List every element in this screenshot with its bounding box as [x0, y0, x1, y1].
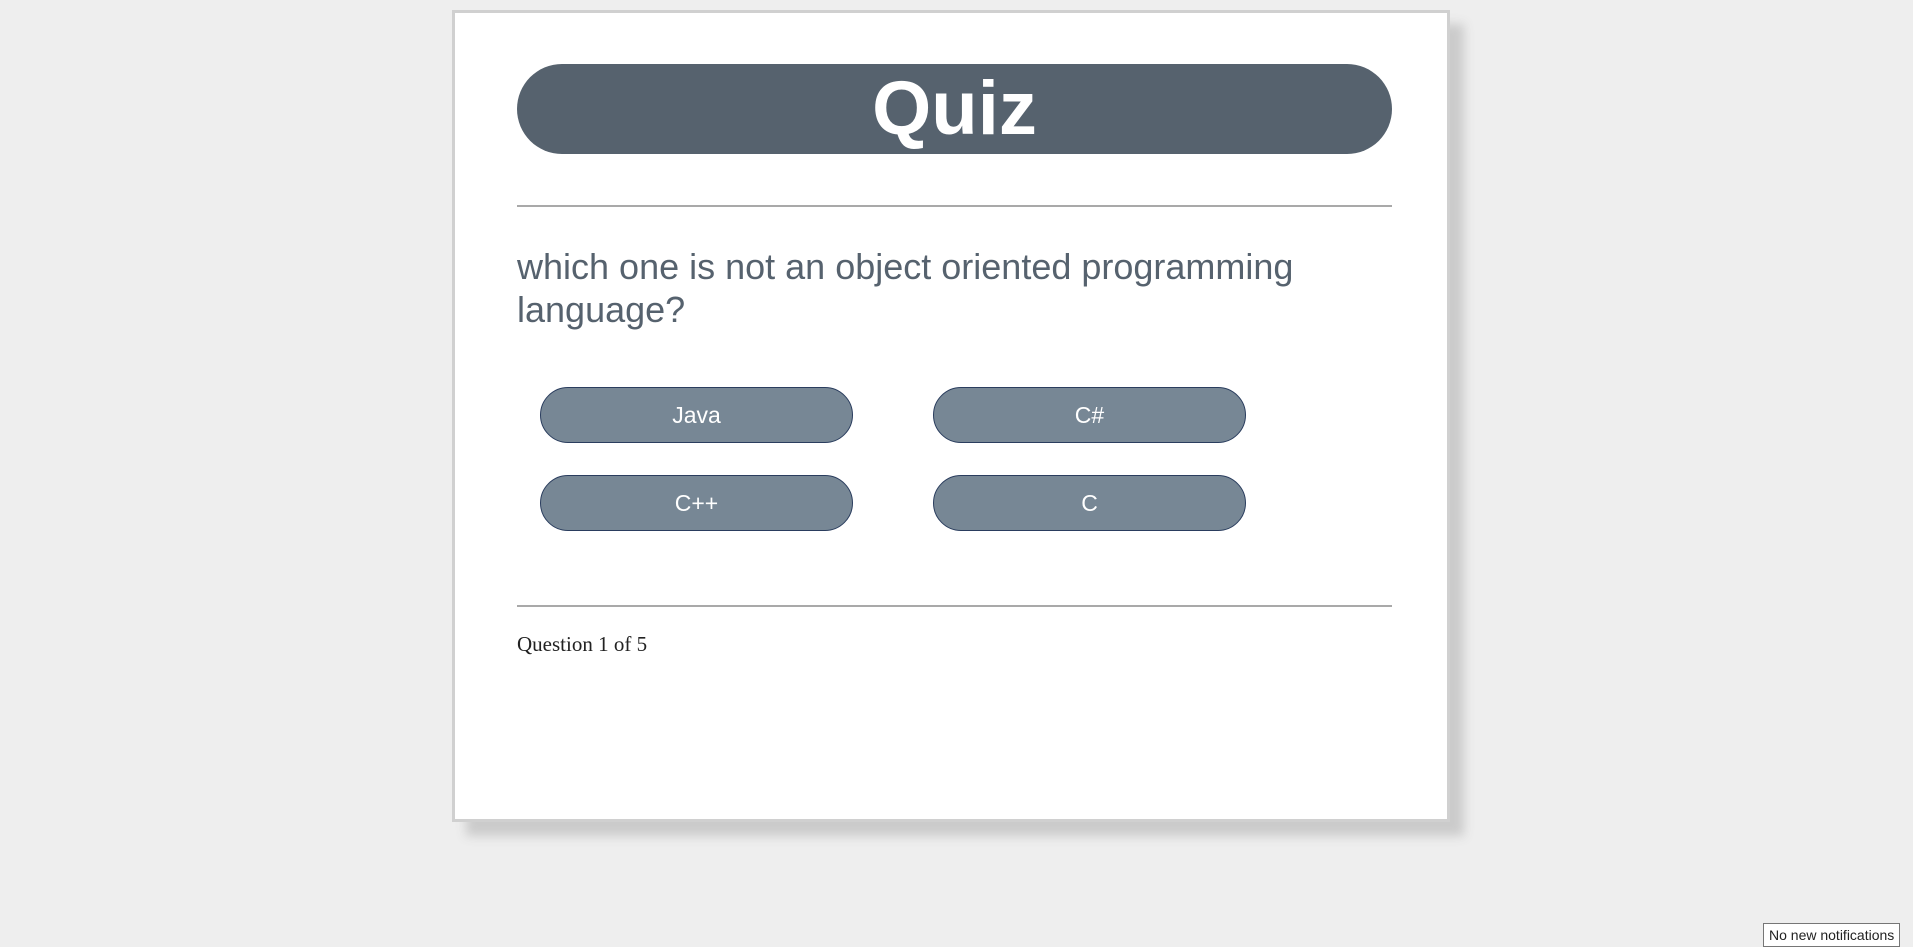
- notification-status: No new notifications: [1763, 923, 1901, 947]
- quiz-title: Quiz: [872, 66, 1037, 151]
- quiz-header: Quiz: [517, 64, 1392, 154]
- choice-button-java[interactable]: Java: [540, 387, 853, 443]
- question-text: which one is not an object oriented prog…: [517, 246, 1294, 330]
- bottom-divider: [517, 605, 1392, 607]
- choice-button-csharp[interactable]: C#: [933, 387, 1246, 443]
- choice-button-c[interactable]: C: [933, 475, 1246, 531]
- top-divider: [517, 205, 1392, 207]
- question-progress: Question 1 of 5: [517, 632, 648, 656]
- choice-button-cpp[interactable]: C++: [540, 475, 853, 531]
- quiz-card: Quiz which one is not an object oriented…: [452, 10, 1450, 822]
